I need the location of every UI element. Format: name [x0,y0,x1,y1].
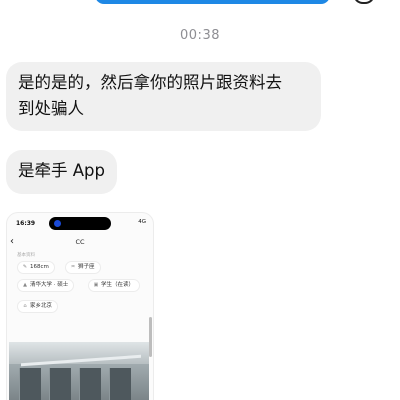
profile-chip-height: ✎ 168cm [17,261,55,274]
received-message-bubble[interactable]: 是的是的，然后拿你的照片跟资料去 到处骗人 [6,62,321,131]
status-bar: 16:39 4G [7,213,153,237]
nav-bar: ‹ CC [7,237,153,251]
profile-title: CC [75,238,85,246]
ruler-icon: ✎ [22,264,28,270]
app-icon [54,220,61,227]
message-text-line: 是的是的，然后拿你的照片跟资料去 [18,73,282,92]
scrollbar [149,317,152,357]
home-icon: ⌂ [23,303,27,309]
previous-sent-bubble [95,0,330,4]
profile-chip-hometown: ⌂ 家乡北京 [17,300,59,313]
profile-chip-zodiac: ♒ 狮子座 [65,261,101,274]
profile-photo [9,342,149,400]
section-label: 基本资料 [17,253,35,258]
profile-chip-occupation: ▣ 学生（在读） [88,279,141,292]
message-text: 是牵手 App [18,161,105,180]
message-timestamp: 00:38 [180,28,220,43]
chip-label: 学生（在读） [101,282,135,288]
status-time: 16:39 [16,220,36,227]
image-attachment[interactable]: 16:39 4G ‹ CC 基本资料 ✎ 168cm ♒ 狮子座 ▲ 清华大学 · 硕… [6,212,154,400]
star-sign-icon: ♒ [70,264,76,270]
graduation-cap-icon: ▲ [23,282,27,288]
chip-label: 清华大学 · 硕士 [30,282,69,288]
profile-chip-education: ▲ 清华大学 · 硕士 [17,279,75,292]
chip-label: 家乡北京 [30,303,53,309]
message-text-line: 到处骗人 [18,99,84,118]
briefcase-icon: ▣ [93,282,99,288]
network-indicator: 4G [138,219,146,225]
received-message-bubble[interactable]: 是牵手 App [6,150,117,194]
partial-icon [353,0,375,4]
dynamic-island [49,217,111,230]
chip-label: 狮子座 [78,264,95,270]
chip-label: 168cm [30,264,49,270]
